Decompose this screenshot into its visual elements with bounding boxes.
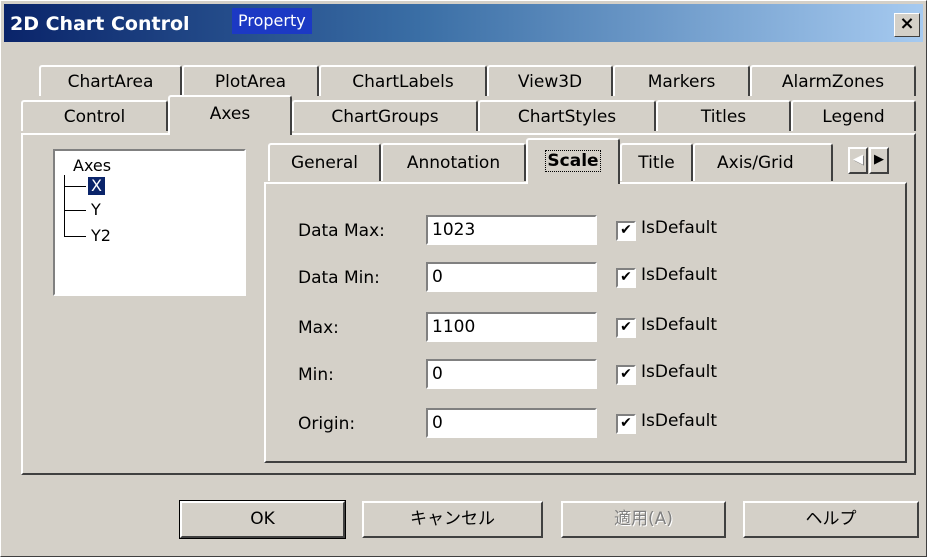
subtab-scale[interactable]: Scale bbox=[526, 138, 620, 184]
data-max-isdefault-label: IsDefault bbox=[641, 218, 717, 238]
data-min-label: Data Min: bbox=[298, 268, 380, 288]
tree-root-axes[interactable]: Axes bbox=[73, 157, 111, 175]
origin-isdefault-label: IsDefault bbox=[641, 411, 717, 431]
min-isdefault-label: IsDefault bbox=[641, 362, 717, 382]
axes-tree[interactable]: Axes X Y Y2 bbox=[53, 149, 246, 296]
tab-label: Markers bbox=[647, 72, 716, 92]
check-icon: ✔ bbox=[620, 366, 632, 382]
min-label: Min: bbox=[298, 365, 334, 385]
data-min-isdefault-checkbox[interactable]: ✔ bbox=[616, 268, 636, 288]
tab-label: ChartLabels bbox=[352, 72, 454, 92]
tab-label: View3D bbox=[517, 72, 583, 92]
check-icon: ✔ bbox=[620, 269, 632, 285]
check-icon: ✔ bbox=[620, 222, 632, 238]
tab-label: AlarmZones bbox=[781, 72, 885, 92]
tab-markers[interactable]: Markers bbox=[613, 65, 750, 96]
origin-label: Origin: bbox=[298, 414, 356, 434]
max-label: Max: bbox=[298, 318, 339, 338]
data-max-label: Data Max: bbox=[298, 221, 385, 241]
min-isdefault-checkbox[interactable]: ✔ bbox=[616, 365, 636, 385]
tab-chartarea[interactable]: ChartArea bbox=[39, 65, 182, 96]
subtab-label: General bbox=[291, 153, 358, 173]
tab-legend[interactable]: Legend bbox=[791, 100, 916, 131]
tab-label: ChartGroups bbox=[331, 107, 439, 127]
max-isdefault-checkbox[interactable]: ✔ bbox=[616, 318, 636, 338]
tab-chartgroups[interactable]: ChartGroups bbox=[292, 100, 478, 131]
tab-label: ChartArea bbox=[67, 72, 154, 92]
subtab-general[interactable]: General bbox=[268, 143, 381, 181]
origin-input[interactable]: 0 bbox=[426, 408, 597, 438]
data-min-isdefault-label: IsDefault bbox=[641, 265, 717, 285]
window-overlay-title: Property bbox=[232, 8, 312, 34]
tab-label: Control bbox=[63, 107, 126, 127]
tree-item-y[interactable]: Y bbox=[91, 201, 101, 219]
tree-item-x[interactable]: X bbox=[88, 177, 105, 195]
tree-connector bbox=[64, 236, 86, 237]
arrow-left-icon: ◀ bbox=[853, 152, 863, 167]
subtab-label: Scale bbox=[545, 150, 601, 172]
tab-plotarea[interactable]: PlotArea bbox=[182, 65, 319, 96]
tab-chartstyles[interactable]: ChartStyles bbox=[478, 100, 656, 131]
close-icon: × bbox=[899, 13, 915, 34]
property-dialog: 2D Chart Control Property × ChartArea Pl… bbox=[0, 0, 927, 557]
tab-chartlabels[interactable]: ChartLabels bbox=[319, 65, 487, 96]
tab-view3d[interactable]: View3D bbox=[487, 65, 613, 96]
tab-label: PlotArea bbox=[214, 72, 287, 92]
subtab-label: Axis/Grid bbox=[717, 153, 794, 173]
data-max-isdefault-checkbox[interactable]: ✔ bbox=[616, 221, 636, 241]
tree-connector bbox=[64, 186, 86, 187]
cancel-button[interactable]: キャンセル bbox=[362, 501, 543, 538]
tab-alarmzones[interactable]: AlarmZones bbox=[750, 65, 916, 96]
min-input[interactable]: 0 bbox=[426, 359, 597, 389]
arrow-right-icon: ▶ bbox=[874, 152, 884, 167]
close-button[interactable]: × bbox=[894, 13, 920, 37]
subtab-label: Title bbox=[638, 153, 675, 173]
tab-label: Legend bbox=[822, 107, 885, 127]
tab-label: Axes bbox=[209, 104, 251, 124]
apply-button[interactable]: 適用(A) bbox=[561, 501, 726, 538]
tab-control[interactable]: Control bbox=[21, 100, 168, 131]
tab-scroll-right-button[interactable]: ▶ bbox=[869, 147, 889, 174]
window-title: 2D Chart Control bbox=[10, 13, 190, 35]
tab-label: Titles bbox=[700, 107, 747, 127]
ok-button[interactable]: OK bbox=[179, 500, 346, 539]
tree-item-y2[interactable]: Y2 bbox=[91, 227, 111, 245]
data-max-input[interactable]: 1023 bbox=[426, 215, 597, 245]
origin-isdefault-checkbox[interactable]: ✔ bbox=[616, 414, 636, 434]
data-min-input[interactable]: 0 bbox=[426, 262, 597, 292]
tree-connector bbox=[64, 210, 86, 211]
title-bar: 2D Chart Control Property × bbox=[4, 4, 923, 42]
subtab-label: Annotation bbox=[406, 153, 501, 173]
tab-label: ChartStyles bbox=[517, 107, 617, 127]
help-button[interactable]: ヘルプ bbox=[743, 501, 919, 538]
tab-axes[interactable]: Axes bbox=[168, 95, 292, 135]
subtab-annotation[interactable]: Annotation bbox=[381, 143, 526, 181]
tree-connector bbox=[64, 175, 65, 237]
check-icon: ✔ bbox=[620, 319, 632, 335]
check-icon: ✔ bbox=[620, 415, 632, 431]
tab-titles[interactable]: Titles bbox=[656, 100, 791, 131]
max-isdefault-label: IsDefault bbox=[641, 315, 717, 335]
tab-scroll-left-button[interactable]: ◀ bbox=[848, 147, 868, 174]
subtab-title[interactable]: Title bbox=[620, 143, 693, 181]
subtab-axis-grid[interactable]: Axis/Grid bbox=[693, 143, 833, 181]
max-input[interactable]: 1100 bbox=[426, 312, 597, 342]
